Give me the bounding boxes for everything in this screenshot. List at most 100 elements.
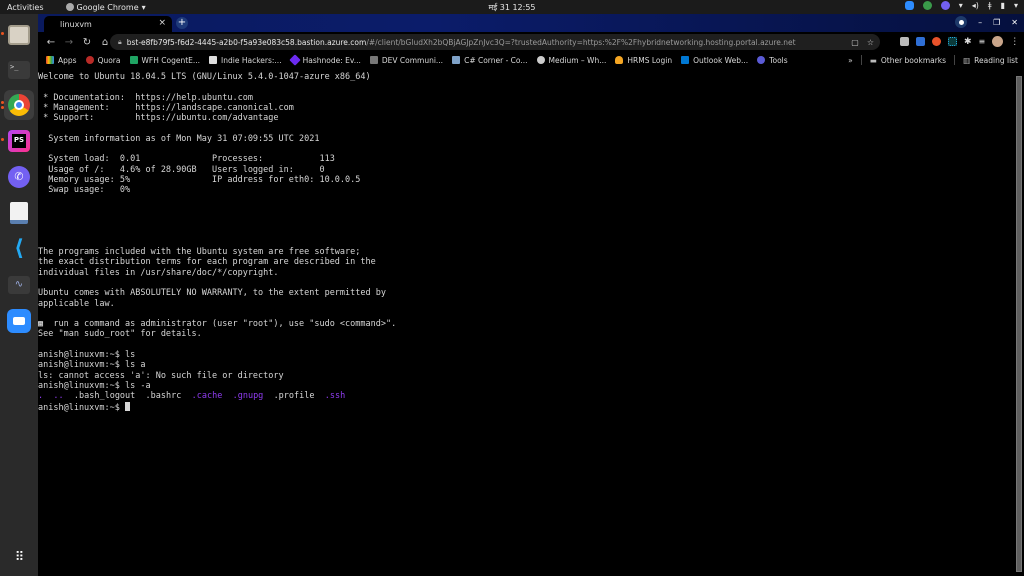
bookmark-dev[interactable]: DEV Communi...: [369, 56, 443, 65]
medium-icon: [536, 56, 545, 64]
viber-icon[interactable]: [940, 1, 950, 10]
extension-icon[interactable]: [900, 37, 909, 46]
dock: >_ PS ✆ ⟨ ∿ ⠿: [0, 14, 38, 576]
bookmark-label: Medium – Wh...: [548, 55, 607, 65]
avatar[interactable]: [992, 36, 1004, 47]
dock-terminal[interactable]: >_: [4, 55, 34, 85]
reload-button[interactable]: ↻: [78, 37, 96, 48]
reading-mode-icon[interactable]: ≡: [979, 37, 986, 46]
bookmarks-overflow-button[interactable]: »: [848, 56, 853, 65]
terminal-line: ls: cannot access 'a': No such file or d…: [38, 370, 284, 381]
other-bookmarks[interactable]: ▬ Other bookmarks: [870, 56, 946, 65]
back-button[interactable]: ←: [42, 37, 60, 48]
dock-document-viewer[interactable]: [4, 198, 34, 228]
other-bookmarks-label: Other bookmarks: [880, 55, 947, 65]
chrome-small-icon: [65, 3, 74, 11]
system-monitor-icon: ∿: [8, 276, 30, 294]
wifi-icon[interactable]: ▾: [959, 1, 963, 10]
extensions-puzzle-icon[interactable]: ✱: [964, 37, 972, 47]
terminal-output: Welcome to Ubuntu 18.04.5 LTS (GNU/Linux…: [38, 72, 396, 413]
minimize-button[interactable]: –: [978, 18, 982, 27]
address-bar[interactable]: 🔒︎ bst-e8fb79f5-f6d2-4445-a2b0-f5a93e083…: [110, 34, 880, 50]
battery-icon[interactable]: ▮: [1001, 1, 1005, 10]
restore-button[interactable]: ❐: [993, 18, 1000, 27]
window-controls: – ❐ ✕: [955, 16, 1018, 28]
dock-system-monitor[interactable]: ∿: [4, 270, 34, 300]
reading-list[interactable]: ▥ Reading list: [963, 56, 1018, 65]
lock-icon[interactable]: 🔒︎: [118, 38, 122, 47]
file-entry: .bashrc: [145, 391, 182, 402]
dock-zoom[interactable]: [4, 306, 34, 336]
dock-viber[interactable]: ✆: [4, 162, 34, 192]
terminal-icon: >_: [8, 61, 30, 79]
menu-arrow-icon[interactable]: ▾: [1014, 1, 1018, 10]
grid-icon: ⠿: [14, 549, 24, 565]
terminal-line: * Support: https://ubuntu.com/advantage: [38, 113, 279, 124]
wfh-icon: [129, 56, 138, 64]
bookmark-outlook[interactable]: Outlook Web...: [681, 56, 748, 65]
forward-button[interactable]: →: [60, 37, 78, 48]
apps-grid-icon: [46, 56, 54, 64]
show-applications-button[interactable]: ⠿: [4, 542, 34, 572]
folder-icon: [8, 25, 30, 45]
directory-entry: .cache: [191, 391, 223, 402]
bookmark-star-icon[interactable]: ☆: [867, 38, 874, 47]
close-window-button[interactable]: ✕: [1011, 18, 1018, 27]
terminal-scrollbar[interactable]: [1016, 76, 1022, 572]
bookmark-tools[interactable]: Tools: [757, 55, 788, 65]
terminal-line: The programs included with the Ubuntu sy…: [38, 247, 361, 258]
bookmark-label: Quora: [97, 55, 121, 65]
dock-vscode[interactable]: ⟨: [4, 234, 34, 264]
bookmark-quora[interactable]: Quora: [85, 55, 121, 65]
terminal[interactable]: Welcome to Ubuntu 18.04.5 LTS (GNU/Linux…: [38, 70, 1024, 576]
bookmarks-bar: Apps Quora WFH CogentE... Indie Hackers:…: [38, 52, 1024, 68]
tab-strip: linuxvm × + – ❐ ✕: [38, 14, 1024, 32]
terminal-line: ▩ run a command as administrator (user "…: [38, 319, 397, 330]
bookmark-indie-hackers[interactable]: Indie Hackers:...: [209, 56, 282, 65]
dock-files[interactable]: [4, 20, 34, 50]
profile-tab-search-icon[interactable]: [955, 16, 968, 28]
zoom-icon[interactable]: [904, 1, 914, 10]
volume-icon[interactable]: ◂): [972, 1, 979, 10]
zoom-icon: [7, 309, 31, 333]
dock-chrome[interactable]: [4, 90, 34, 120]
clipboard-icon[interactable]: ▢: [851, 38, 859, 47]
bookmark-label: Hashnode: Ev...: [302, 55, 361, 65]
system-tray[interactable]: ▾ ◂) ǂ ▮ ▾: [904, 1, 1018, 10]
dock-phpstorm[interactable]: PS: [4, 126, 34, 156]
terminal-line: * Management: https://landscape.canonica…: [38, 102, 294, 113]
shield-icon[interactable]: [922, 1, 932, 10]
extension-icon[interactable]: [948, 37, 957, 46]
folder-icon: ▬: [869, 55, 877, 65]
extension-icon[interactable]: [916, 37, 925, 46]
clock[interactable]: मई 31 12:55: [488, 2, 535, 13]
reading-list-icon: ▥: [963, 55, 971, 65]
bookmark-label: Tools: [769, 55, 788, 65]
directory-entry: .ssh: [324, 391, 346, 402]
bookmark-medium[interactable]: Medium – Wh...: [536, 55, 607, 65]
document-icon: [10, 202, 28, 224]
bookmark-hashnode[interactable]: Hashnode: Ev...: [288, 54, 361, 66]
activities-button[interactable]: Activities: [7, 3, 44, 12]
microphone-icon[interactable]: ǂ: [988, 1, 992, 10]
tab-linuxvm[interactable]: linuxvm ×: [44, 16, 172, 32]
extensions-area: ✱ ≡ ⋮: [900, 36, 1019, 47]
terminal-line: anish@linuxvm:~$ ls -a: [38, 380, 151, 391]
bookmark-csharp-corner[interactable]: C# Corner - Co...: [452, 55, 528, 65]
bookmark-label: C# Corner - Co...: [464, 55, 528, 65]
new-tab-button[interactable]: +: [176, 17, 188, 29]
bookmark-apps[interactable]: Apps: [46, 56, 77, 65]
tab-close-icon[interactable]: ×: [158, 18, 166, 28]
more-menu-icon[interactable]: ⋮: [1010, 37, 1019, 47]
vscode-icon: ⟨: [13, 236, 25, 261]
app-menu[interactable]: Google Chrome ▾: [65, 3, 146, 12]
bookmark-wfh[interactable]: WFH CogentE...: [129, 56, 200, 65]
prompt-line[interactable]: anish@linuxvm:~$: [38, 401, 396, 413]
bookmark-hrms[interactable]: HRMS Login: [615, 56, 672, 65]
extension-icon[interactable]: [932, 37, 941, 46]
